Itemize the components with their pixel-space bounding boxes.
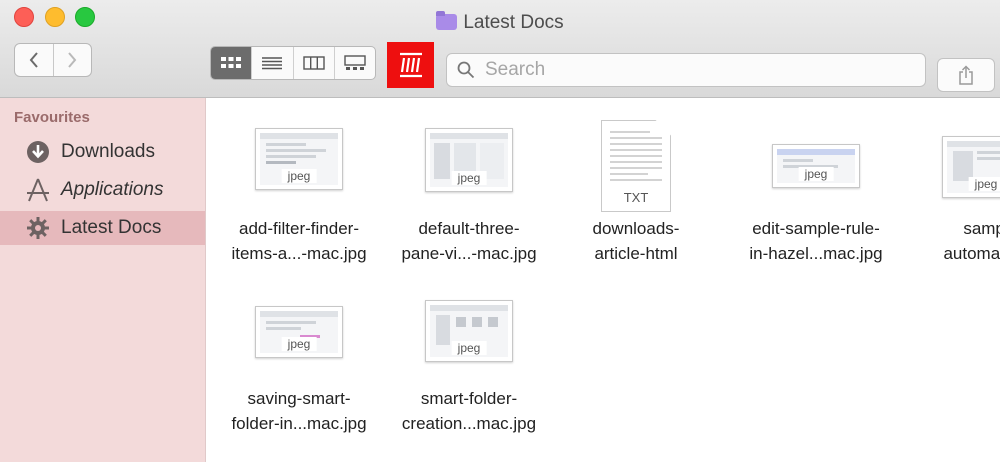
gallery-icon — [344, 55, 366, 70]
gear-icon — [25, 215, 51, 241]
file-item[interactable]: jpeg default-three- pane-vi...-mac.jpg — [379, 98, 559, 263]
gallery-view-button[interactable] — [333, 47, 375, 79]
chevron-right-icon — [68, 52, 77, 68]
file-extension-label: jpeg — [798, 167, 834, 181]
file-name: sampl automat...n — [943, 219, 1000, 263]
sidebar: Favourites Downloads Applications Latest… — [0, 98, 206, 462]
share-icon — [959, 65, 973, 85]
image-thumbnail-icon: jpeg — [425, 300, 513, 362]
image-thumbnail-icon: jpeg — [255, 128, 343, 190]
file-extension-label: jpeg — [281, 169, 317, 183]
search-icon — [457, 61, 475, 79]
window-toolbar: Latest Docs — [0, 0, 1000, 98]
text-document-icon: TXT — [601, 120, 671, 212]
window-title-text: Latest Docs — [463, 12, 564, 33]
sidebar-item-latest-docs[interactable]: Latest Docs — [0, 211, 205, 245]
file-item[interactable]: jpeg saving-smart- folder-in...mac.jpg — [209, 268, 389, 433]
list-view-button[interactable] — [251, 47, 292, 79]
file-item[interactable]: TXT downloads- article-html — [546, 98, 726, 263]
navigation-buttons — [14, 43, 92, 77]
column-view-button[interactable] — [292, 47, 334, 79]
file-grid: jpeg add-filter-finder- items-a...-mac.j… — [206, 98, 1000, 462]
file-name: add-filter-finder- items-a...-mac.jpg — [231, 219, 367, 263]
chevron-left-icon — [29, 52, 38, 68]
file-item[interactable]: jpeg add-filter-finder- items-a...-mac.j… — [209, 98, 389, 263]
folder-icon — [436, 11, 458, 30]
sidebar-item-label: Applications — [61, 179, 164, 200]
sidebar-section-header: Favourites — [14, 109, 90, 126]
image-thumbnail-icon: jpeg — [425, 128, 513, 192]
image-thumbnail-icon: jpeg — [942, 136, 1000, 198]
file-name: edit-sample-rule- in-hazel...mac.jpg — [749, 219, 883, 263]
image-thumbnail-icon: jpeg — [772, 144, 860, 188]
file-item[interactable]: jpeg sampl automat...n — [896, 98, 1000, 263]
hazel-button[interactable] — [387, 42, 434, 88]
window-title: Latest Docs — [0, 11, 1000, 34]
file-name: saving-smart- folder-in...mac.jpg — [231, 389, 367, 433]
search-input[interactable] — [483, 58, 907, 82]
file-extension-label: jpeg — [451, 341, 487, 355]
icon-grid-icon — [221, 57, 242, 68]
file-extension-label: TXT — [623, 190, 649, 205]
sidebar-item-label: Downloads — [61, 141, 155, 162]
sidebar-item-downloads[interactable]: Downloads — [0, 135, 205, 169]
view-mode-selector — [210, 46, 376, 80]
file-name: downloads- article-html — [592, 219, 680, 263]
icon-view-button[interactable] — [211, 47, 252, 79]
columns-icon — [302, 56, 325, 70]
share-button[interactable] — [937, 58, 995, 92]
file-name: default-three- pane-vi...-mac.jpg — [401, 219, 537, 263]
forward-button[interactable] — [52, 44, 92, 76]
file-item[interactable]: jpeg smart-folder- creation...mac.jpg — [379, 268, 559, 433]
image-thumbnail-icon: jpeg — [255, 306, 343, 358]
list-lines-icon — [262, 57, 283, 70]
file-extension-label: jpeg — [281, 337, 317, 351]
back-button[interactable] — [15, 44, 53, 76]
file-item[interactable]: jpeg edit-sample-rule- in-hazel...mac.jp… — [726, 98, 906, 263]
file-extension-label: jpeg — [968, 177, 1000, 191]
sidebar-item-label: Latest Docs — [61, 217, 162, 238]
file-extension-label: jpeg — [451, 171, 487, 185]
search-field[interactable] — [446, 53, 926, 87]
sidebar-item-applications[interactable]: Applications — [0, 173, 205, 207]
hazel-logo-icon — [399, 52, 422, 78]
download-icon — [25, 139, 51, 165]
file-name: smart-folder- creation...mac.jpg — [401, 389, 537, 433]
applications-icon — [25, 177, 51, 203]
